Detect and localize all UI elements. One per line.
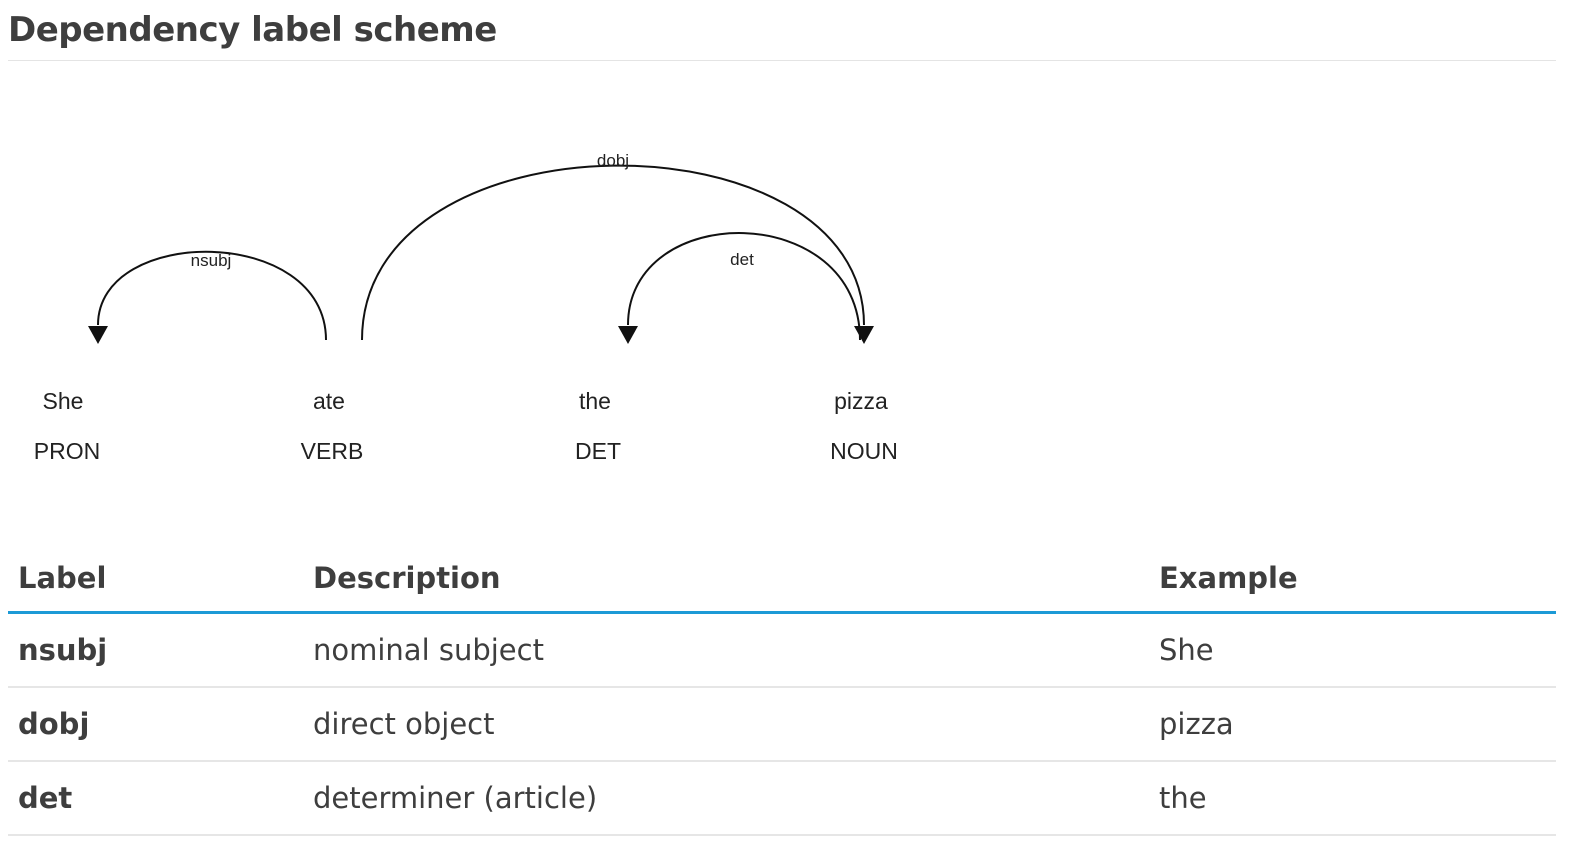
token-tag: PRON	[34, 438, 100, 464]
token-word: pizza	[834, 388, 888, 414]
cell-example: the	[1149, 761, 1556, 836]
arc-dobj-path	[361, 164, 865, 341]
token-ate: ate VERB	[301, 388, 364, 464]
token-tag: DET	[575, 438, 621, 464]
cell-label: dobj	[8, 687, 303, 762]
cell-example: pizza	[1149, 687, 1556, 762]
token-word: the	[579, 388, 611, 414]
cell-example: She	[1149, 612, 1556, 688]
column-header-description: Description	[303, 545, 1149, 614]
dependency-diagram: nsubj dobj det She PRON ate VERB the DET…	[34, 151, 898, 464]
table-row: dobj direct object pizza	[8, 687, 1556, 762]
arc-det: det	[618, 232, 861, 344]
page-title: Dependency label scheme	[8, 10, 497, 50]
token-the: the DET	[575, 388, 621, 464]
arc-dobj-label: dobj	[597, 151, 629, 170]
token-tag: VERB	[301, 438, 364, 464]
arc-det-arrowhead	[618, 326, 638, 344]
token-word: She	[43, 388, 84, 414]
column-header-label: Label	[8, 545, 303, 614]
cell-description: determiner (article)	[303, 761, 1149, 836]
cell-description: nominal subject	[303, 612, 1149, 688]
cell-label: nsubj	[8, 612, 303, 688]
arc-nsubj-arrowhead	[88, 326, 108, 344]
cell-label: det	[8, 761, 303, 836]
token-tag: NOUN	[830, 438, 898, 464]
column-header-example: Example	[1149, 545, 1556, 614]
table-row: det determiner (article) the	[8, 761, 1556, 836]
title-divider	[8, 60, 1556, 61]
arc-dobj: dobj	[361, 151, 874, 344]
cell-description: direct object	[303, 687, 1149, 762]
arc-det-label: det	[730, 250, 754, 269]
arc-nsubj-label: nsubj	[191, 251, 232, 270]
table-row: nsubj nominal subject She	[8, 612, 1556, 688]
arc-nsubj: nsubj	[88, 250, 327, 344]
token-pizza: pizza NOUN	[830, 388, 898, 464]
table-header-row: Label Description Example	[8, 545, 1556, 614]
token-word: ate	[313, 388, 345, 414]
token-she: She PRON	[34, 388, 100, 464]
dependency-label-table: Label Description Example nsubj nominal …	[8, 545, 1556, 836]
arc-dobj-arrowhead	[854, 326, 874, 344]
